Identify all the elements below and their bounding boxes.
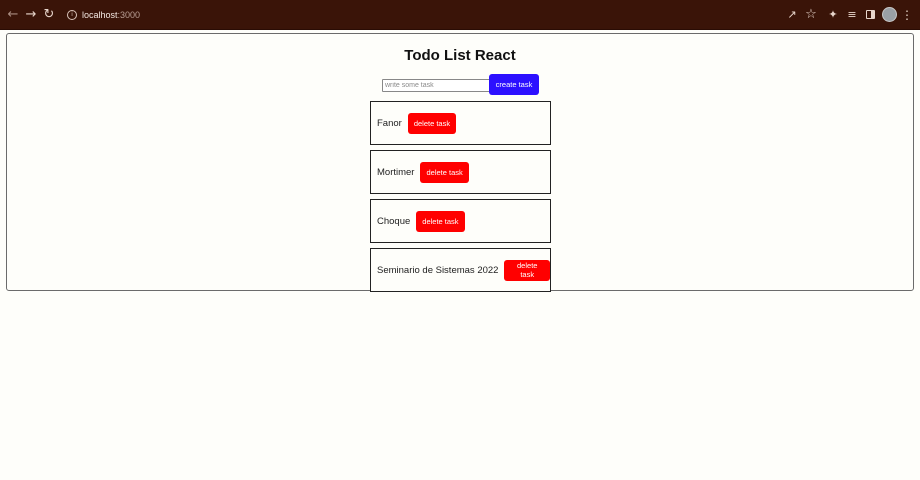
delete-task-button[interactable]: delete task <box>407 112 457 134</box>
site-info-icon[interactable]: i <box>63 0 81 29</box>
task-item: Seminario de Sistemas 2022 delete task <box>370 248 551 292</box>
reload-icon[interactable]: ↻ <box>40 0 58 29</box>
star-icon[interactable]: ☆ <box>802 0 820 29</box>
forward-arrow-icon[interactable]: → <box>22 0 40 29</box>
url-host: localhost <box>82 9 118 20</box>
delete-task-button[interactable]: delete task <box>420 161 469 183</box>
task-item: Choque delete task <box>370 199 551 243</box>
address-bar[interactable]: localhost:3000 <box>82 0 140 29</box>
url-port: :3000 <box>117 9 141 20</box>
profile-avatar-icon[interactable] <box>880 0 898 29</box>
task-text: Choque <box>377 215 411 227</box>
share-icon[interactable]: ↗ <box>783 0 801 29</box>
create-task-button[interactable]: create task <box>489 74 539 95</box>
browser-toolbar: ← → ↻ i localhost:3000 ↗ ☆ ✦ ≡ ⋮ <box>0 0 920 30</box>
reading-list-icon[interactable]: ≡ <box>843 0 861 29</box>
page-title: Todo List React <box>404 47 516 64</box>
back-arrow-icon[interactable]: ← <box>4 0 22 29</box>
task-text: Mortimer <box>377 166 415 178</box>
task-text: Fanor <box>377 117 402 129</box>
delete-task-button[interactable]: delete task <box>504 259 550 281</box>
task-text: Seminario de Sistemas 2022 <box>377 264 499 276</box>
extensions-icon[interactable]: ✦ <box>824 0 842 29</box>
task-item: Mortimer delete task <box>370 150 551 194</box>
task-input[interactable] <box>382 79 490 92</box>
todo-app-container: Todo List React create task Fanor delete… <box>6 33 914 292</box>
delete-task-button[interactable]: delete task <box>416 210 465 232</box>
side-panel-icon[interactable] <box>861 0 879 29</box>
more-menu-icon[interactable]: ⋮ <box>898 0 916 29</box>
task-item: Fanor delete task <box>370 101 551 145</box>
